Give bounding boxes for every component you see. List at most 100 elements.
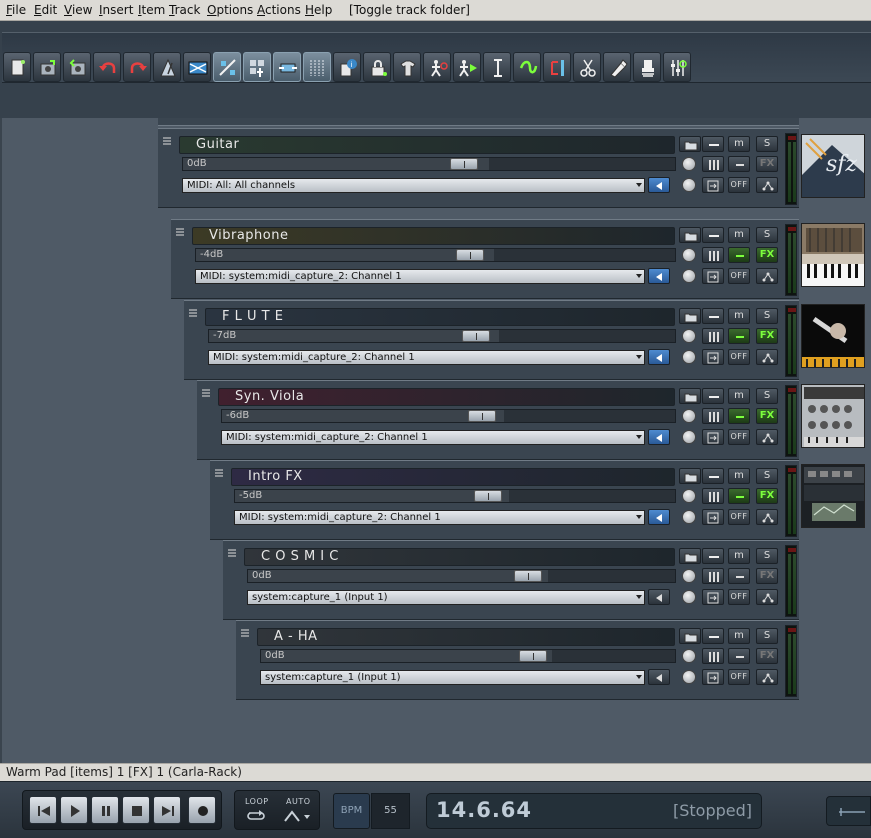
stop-button[interactable] bbox=[122, 796, 150, 824]
input-select[interactable]: MIDI: system:midi_capture_2: Channel 1 bbox=[195, 269, 645, 284]
input-select[interactable]: MIDI: All: All channels bbox=[182, 178, 645, 193]
envelope-off-button[interactable]: OFF bbox=[728, 589, 750, 605]
input-select[interactable]: MIDI: system:midi_capture_2: Channel 1 bbox=[221, 430, 645, 445]
open-project-button[interactable] bbox=[33, 52, 61, 82]
volume-fader[interactable]: 0dB bbox=[182, 157, 676, 171]
solo-button[interactable]: S bbox=[756, 308, 778, 324]
solo-button[interactable]: S bbox=[756, 227, 778, 243]
input-select[interactable]: system:capture_1 (Input 1) bbox=[260, 670, 645, 685]
pan-knob[interactable] bbox=[682, 489, 696, 503]
time-display[interactable]: 14.6.64 [Stopped] bbox=[426, 793, 762, 829]
track-record-arm-button[interactable] bbox=[702, 468, 724, 484]
record-button[interactable] bbox=[188, 796, 216, 824]
play-button[interactable] bbox=[60, 796, 88, 824]
envelope-off-button[interactable]: OFF bbox=[728, 429, 750, 445]
item-properties-button[interactable]: i bbox=[333, 52, 361, 82]
menu-actions[interactable]: Actions bbox=[257, 3, 301, 17]
solo-button[interactable]: S bbox=[756, 468, 778, 484]
menu-help[interactable]: Help bbox=[305, 3, 332, 17]
track-record-arm-button[interactable] bbox=[702, 136, 724, 152]
phase-button[interactable] bbox=[702, 156, 724, 172]
track-folder-button[interactable] bbox=[679, 468, 701, 484]
track-folder-button[interactable] bbox=[679, 388, 701, 404]
solo-button[interactable]: S bbox=[756, 136, 778, 152]
envelope-off-button[interactable]: OFF bbox=[728, 268, 750, 284]
mute-button[interactable]: m bbox=[728, 548, 750, 564]
mixer-button[interactable] bbox=[633, 52, 661, 82]
track-record-arm-button[interactable] bbox=[702, 227, 724, 243]
pan-knob[interactable] bbox=[682, 569, 696, 583]
envelope-off-button[interactable]: OFF bbox=[728, 669, 750, 685]
automation-icon[interactable] bbox=[283, 809, 313, 823]
go-to-end-button[interactable] bbox=[153, 796, 181, 824]
redo-button[interactable] bbox=[123, 52, 151, 82]
envelope-button[interactable] bbox=[756, 669, 778, 685]
undo-button[interactable] bbox=[93, 52, 121, 82]
volume-fader[interactable]: -7dB bbox=[208, 329, 676, 343]
mixer-alt-button[interactable] bbox=[663, 52, 691, 82]
input-knob[interactable] bbox=[682, 590, 696, 604]
envelope-button[interactable] bbox=[756, 589, 778, 605]
envelope-button[interactable] bbox=[756, 177, 778, 193]
text-tool-button[interactable] bbox=[483, 52, 511, 82]
track-folder-button[interactable] bbox=[679, 136, 701, 152]
mute-button[interactable]: m bbox=[728, 628, 750, 644]
stamp-tool-button[interactable] bbox=[603, 52, 631, 82]
pan-knob[interactable] bbox=[682, 248, 696, 262]
pan-knob[interactable] bbox=[682, 329, 696, 343]
volume-fader[interactable]: -5dB bbox=[234, 489, 676, 503]
glue-button[interactable] bbox=[513, 52, 541, 82]
io-button[interactable] bbox=[702, 268, 724, 284]
split-tool-button[interactable] bbox=[543, 52, 571, 82]
mute-button[interactable]: m bbox=[728, 136, 750, 152]
new-project-button[interactable] bbox=[3, 52, 31, 82]
phase-button[interactable] bbox=[702, 408, 724, 424]
track-folder-button[interactable] bbox=[679, 628, 701, 644]
track-plugin-thumbnail[interactable] bbox=[801, 384, 865, 448]
render-button[interactable] bbox=[423, 52, 451, 82]
auto-crossfade-button[interactable] bbox=[183, 52, 211, 82]
trim-button[interactable] bbox=[393, 52, 421, 82]
menu-track[interactable]: Track bbox=[169, 3, 200, 17]
phase-button[interactable] bbox=[702, 247, 724, 263]
track-plugin-thumbnail[interactable] bbox=[801, 464, 865, 528]
fx-button[interactable]: FX bbox=[756, 488, 778, 504]
go-to-start-button[interactable] bbox=[29, 796, 57, 824]
record-monitor-button[interactable] bbox=[648, 509, 670, 525]
fx-button[interactable]: FX bbox=[756, 156, 778, 172]
io-button[interactable] bbox=[702, 669, 724, 685]
monitor-button[interactable] bbox=[728, 408, 750, 424]
input-knob[interactable] bbox=[682, 350, 696, 364]
run-script-button[interactable] bbox=[453, 52, 481, 82]
input-select[interactable]: MIDI: system:midi_capture_2: Channel 1 bbox=[234, 510, 645, 525]
monitor-button[interactable] bbox=[728, 328, 750, 344]
grid-lines-button[interactable] bbox=[303, 52, 331, 82]
io-button[interactable] bbox=[702, 589, 724, 605]
track-plugin-thumbnail[interactable] bbox=[801, 223, 865, 287]
bpm-value[interactable]: 55 bbox=[371, 793, 410, 829]
input-select[interactable]: MIDI: system:midi_capture_2: Channel 1 bbox=[208, 350, 645, 365]
track-name[interactable]: Guitar bbox=[196, 137, 239, 152]
io-button[interactable] bbox=[702, 349, 724, 365]
track-record-arm-button[interactable] bbox=[702, 388, 724, 404]
io-button[interactable] bbox=[702, 177, 724, 193]
envelope-button[interactable] bbox=[756, 429, 778, 445]
track-name-bar[interactable] bbox=[179, 136, 675, 154]
snap-button[interactable] bbox=[213, 52, 241, 82]
menu-view[interactable]: View bbox=[64, 3, 92, 17]
track-name[interactable]: Syn. Viola bbox=[235, 389, 304, 404]
volume-fader-handle[interactable] bbox=[474, 490, 502, 502]
fx-button[interactable]: FX bbox=[756, 247, 778, 263]
menu-file[interactable]: File bbox=[6, 3, 26, 17]
menu-edit[interactable]: Edit bbox=[34, 3, 57, 17]
phase-button[interactable] bbox=[702, 568, 724, 584]
monitor-button[interactable] bbox=[728, 247, 750, 263]
monitor-button[interactable] bbox=[728, 648, 750, 664]
save-project-button[interactable] bbox=[63, 52, 91, 82]
volume-fader[interactable]: 0dB bbox=[260, 649, 676, 663]
record-monitor-button[interactable] bbox=[648, 349, 670, 365]
envelope-button[interactable] bbox=[756, 509, 778, 525]
record-monitor-button[interactable] bbox=[648, 589, 670, 605]
envelope-off-button[interactable]: OFF bbox=[728, 177, 750, 193]
track-name[interactable]: F L U T E bbox=[222, 309, 283, 324]
